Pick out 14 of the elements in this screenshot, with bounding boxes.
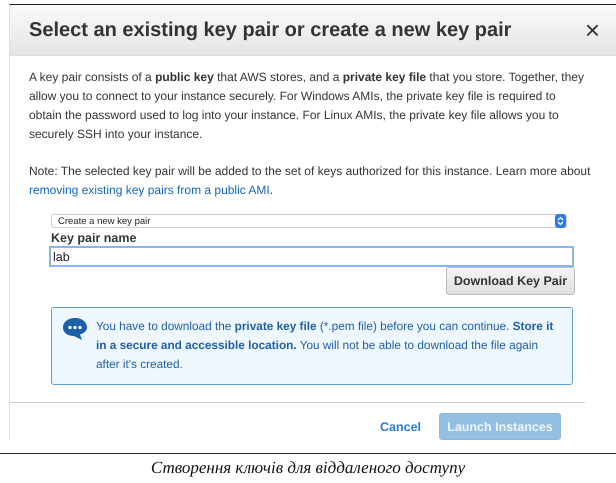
dialog-title: Select an existing key pair or create a new key pair [29, 18, 512, 42]
key-pair-dropdown[interactable]: Create a new key pair [51, 214, 567, 228]
info-text: You have to download the private key file (*.pem file) before you can continue. Store it in a secure and accessible location. You will not be able to download the file again after it's created. [96, 318, 554, 373]
speech-bubble-icon [62, 317, 88, 341]
close-button[interactable]: × [584, 17, 600, 43]
intro-paragraph: A key pair consists of a public key that AWS stores, and a private key file that you store. Together, they allow you to connect to your instance securely. For Windows AMIs, the private key file is required to obtain the password used to log into your instance. For Linux AMIs, the private key file allows you to securely SSH into your instance. [29, 69, 585, 143]
cancel-button[interactable]: Cancel [374, 418, 427, 434]
download-key-pair-button[interactable]: Download Key Pair [446, 267, 575, 295]
removing-key-pairs-link[interactable]: removing existing key pairs from a public AMI [29, 183, 270, 197]
key-pair-name-label: Key pair name [51, 231, 138, 245]
note-paragraph: Note: The selected key pair will be added to the set of keys authorized for this instance. Learn more about removing existing key pairs from a public AMI. [29, 163, 591, 199]
figure-caption: Створення ключів для віддаленого доступу [150, 458, 466, 478]
key-pair-name-field[interactable]: lab [49, 246, 574, 267]
dropdown-arrows-icon [555, 214, 566, 228]
